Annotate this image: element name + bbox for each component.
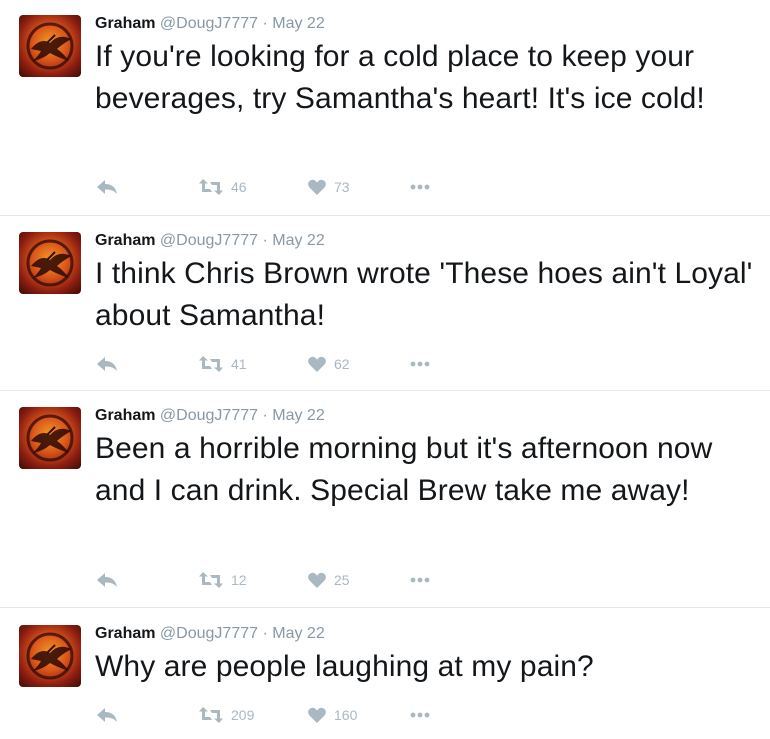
- avatar[interactable]: [19, 625, 81, 687]
- like-button[interactable]: 25: [307, 568, 350, 592]
- mockingjay-logo-icon: [26, 239, 74, 287]
- like-count: 25: [334, 572, 350, 588]
- avatar[interactable]: [19, 407, 81, 469]
- retweet-button[interactable]: 12: [198, 568, 247, 592]
- like-button[interactable]: 73: [307, 175, 350, 199]
- more-button[interactable]: [410, 175, 430, 199]
- tweet-text: If you're looking for a cold place to ke…: [95, 40, 705, 115]
- tweet-text: Been a horrible morning but it's afterno…: [95, 432, 713, 507]
- retweet-icon: [199, 572, 223, 588]
- tweet[interactable]: Graham @DougJ7777 · May 22 Why are peopl…: [0, 608, 770, 739]
- tweet-text: I think Chris Brown wrote 'These hoes ai…: [95, 257, 753, 332]
- tweet-header: Graham @DougJ7777 · May 22: [95, 624, 325, 644]
- tweet-header: Graham @DougJ7777 · May 22: [95, 406, 325, 426]
- user-name[interactable]: Graham: [95, 15, 155, 32]
- user-name[interactable]: Graham: [95, 407, 155, 424]
- more-button[interactable]: [410, 568, 430, 592]
- more-dots-icon: [410, 184, 430, 190]
- separator-dot: ·: [262, 407, 268, 424]
- user-handle[interactable]: @DougJ7777: [160, 232, 258, 249]
- more-dots-icon: [410, 361, 430, 367]
- tweet-header: Graham @DougJ7777 · May 22: [95, 14, 325, 34]
- reply-icon: [97, 357, 117, 371]
- avatar[interactable]: [19, 15, 81, 77]
- tweet-date[interactable]: May 22: [272, 232, 324, 249]
- like-button[interactable]: 62: [307, 352, 350, 376]
- tweet-date[interactable]: May 22: [272, 15, 324, 32]
- retweet-button[interactable]: 46: [198, 175, 247, 199]
- more-button[interactable]: [410, 703, 430, 727]
- mockingjay-logo-icon: [26, 414, 74, 462]
- avatar[interactable]: [19, 232, 81, 294]
- heart-icon: [308, 707, 326, 723]
- more-button[interactable]: [410, 352, 430, 376]
- heart-icon: [308, 572, 326, 588]
- reply-icon: [97, 708, 117, 722]
- like-count: 62: [334, 356, 350, 372]
- retweet-count: 46: [231, 179, 247, 195]
- separator-dot: ·: [262, 232, 268, 249]
- tweet-actions: 41 62: [95, 352, 495, 376]
- separator-dot: ·: [262, 625, 268, 642]
- reply-button[interactable]: [95, 568, 119, 592]
- reply-button[interactable]: [95, 703, 119, 727]
- retweet-count: 41: [231, 356, 247, 372]
- heart-icon: [308, 179, 326, 195]
- tweet-feed: Graham @DougJ7777 · May 22 If you're loo…: [0, 0, 770, 739]
- user-handle[interactable]: @DougJ7777: [160, 407, 258, 424]
- separator-dot: ·: [262, 15, 268, 32]
- like-count: 73: [334, 179, 350, 195]
- tweet-header: Graham @DougJ7777 · May 22: [95, 231, 325, 251]
- tweet-actions: 209 160: [95, 703, 495, 727]
- retweet-count: 209: [231, 707, 255, 723]
- tweet[interactable]: Graham @DougJ7777 · May 22 Been a horrib…: [0, 391, 770, 608]
- heart-icon: [308, 356, 326, 372]
- user-handle[interactable]: @DougJ7777: [160, 15, 258, 32]
- reply-button[interactable]: [95, 352, 119, 376]
- tweet[interactable]: Graham @DougJ7777 · May 22 I think Chris…: [0, 216, 770, 391]
- mockingjay-logo-icon: [26, 632, 74, 680]
- tweet-actions: 46 73: [95, 175, 495, 199]
- retweet-count: 12: [231, 572, 247, 588]
- mockingjay-logo-icon: [26, 22, 74, 70]
- tweet-date[interactable]: May 22: [272, 407, 324, 424]
- user-handle[interactable]: @DougJ7777: [160, 625, 258, 642]
- tweet-text: Why are people laughing at my pain?: [95, 650, 594, 683]
- retweet-icon: [199, 707, 223, 723]
- tweet[interactable]: Graham @DougJ7777 · May 22 If you're loo…: [0, 0, 770, 216]
- like-count: 160: [334, 707, 358, 723]
- retweet-button[interactable]: 209: [198, 703, 254, 727]
- retweet-button[interactable]: 41: [198, 352, 247, 376]
- retweet-icon: [199, 179, 223, 195]
- user-name[interactable]: Graham: [95, 232, 155, 249]
- like-button[interactable]: 160: [307, 703, 357, 727]
- reply-icon: [97, 180, 117, 194]
- user-name[interactable]: Graham: [95, 625, 155, 642]
- more-dots-icon: [410, 577, 430, 583]
- more-dots-icon: [410, 712, 430, 718]
- retweet-icon: [199, 356, 223, 372]
- reply-icon: [97, 573, 117, 587]
- reply-button[interactable]: [95, 175, 119, 199]
- tweet-date[interactable]: May 22: [272, 625, 324, 642]
- tweet-actions: 12 25: [95, 568, 495, 592]
